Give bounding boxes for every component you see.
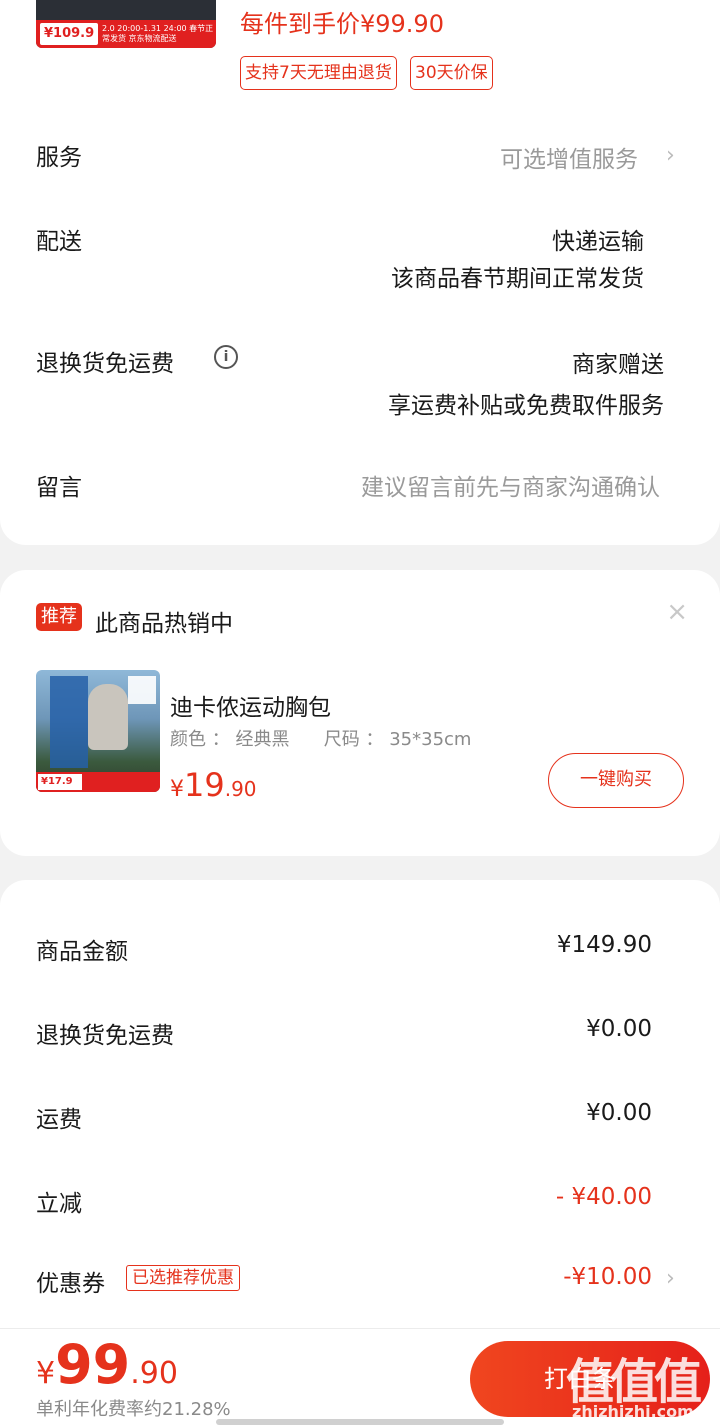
product-thumbnail[interactable]: ¥109.9 2.0 20:00-1.31 24:00 春节正常发货 京东物流配… xyxy=(36,0,216,48)
delivery-method: 快递运输 xyxy=(552,229,644,255)
summary-label-discount: 立减 xyxy=(36,1191,82,1217)
thumbnail-price: ¥109.9 xyxy=(40,23,98,45)
summary-value-coupon[interactable]: -¥10.00 xyxy=(563,1264,652,1290)
total-integer: 99 xyxy=(55,1333,131,1396)
chevron-right-icon[interactable]: › xyxy=(666,1266,675,1291)
delivery-label: 配送 xyxy=(36,229,82,255)
coupon-selected-tag[interactable]: 已选推荐优惠 xyxy=(126,1265,240,1291)
image-person-shape xyxy=(88,684,128,750)
image-price-value: 17.9 xyxy=(47,776,73,787)
recommend-title: 此商品热销中 xyxy=(95,611,233,637)
recommended-product-image[interactable]: ¥17.9 xyxy=(36,670,160,792)
recommended-product-price: ¥19.90 xyxy=(170,766,257,804)
price-currency: ¥ xyxy=(170,777,184,802)
summary-value-shipping: ¥0.00 xyxy=(586,1100,652,1126)
close-icon[interactable]: × xyxy=(666,597,688,627)
price-integer: 19 xyxy=(184,766,225,804)
order-details-card: ¥109.9 2.0 20:00-1.31 24:00 春节正常发货 京东物流配… xyxy=(0,0,720,545)
recommendation-card: 推荐 此商品热销中 × ¥17.9 迪卡侬运动胸包 颜色 ： 经典黑 尺码 ： … xyxy=(0,570,720,856)
return-policy-tag: 支持7天无理由退货 xyxy=(240,56,397,90)
recommend-badge: 推荐 xyxy=(36,603,82,631)
total-price: ¥99.90 xyxy=(36,1333,178,1396)
message-input[interactable]: 建议留言前先与商家沟通确认 xyxy=(361,468,660,502)
home-indicator[interactable] xyxy=(216,1419,504,1425)
return-freight-note: 享运费补贴或免费取件服务 xyxy=(388,393,664,419)
recommended-product-name[interactable]: 迪卡侬运动胸包 xyxy=(170,688,331,722)
price-protect-tag: 30天价保 xyxy=(410,56,493,90)
summary-label-shipping: 运费 xyxy=(36,1107,82,1133)
image-price: ¥17.9 xyxy=(38,774,82,790)
total-decimal: .90 xyxy=(130,1356,178,1391)
message-label: 留言 xyxy=(36,475,82,501)
thumbnail-price-value: 109.9 xyxy=(53,26,95,41)
return-freight-value: 商家赠送 xyxy=(572,352,664,378)
price-decimal: .90 xyxy=(224,777,257,801)
total-currency: ¥ xyxy=(36,1356,56,1391)
watermark-url: zhizhizhi.com xyxy=(572,1402,694,1421)
summary-value-discount: - ¥40.00 xyxy=(555,1184,652,1210)
chevron-right-icon[interactable]: › xyxy=(666,143,675,168)
image-side-label xyxy=(128,676,156,704)
info-icon[interactable]: i xyxy=(214,345,238,369)
summary-label-return-freight: 退换货免运费 xyxy=(36,1023,174,1049)
image-cover-shape xyxy=(50,676,88,768)
return-freight-label: 退换货免运费 xyxy=(36,351,174,377)
thumbnail-promo-text: 2.0 20:00-1.31 24:00 春节正常发货 京东物流配送 xyxy=(102,24,214,43)
one-click-buy-button[interactable]: 一键购买 xyxy=(548,753,684,808)
summary-value-goods: ¥149.90 xyxy=(556,932,652,958)
service-label: 服务 xyxy=(36,145,82,171)
summary-label-coupon[interactable]: 优惠券 xyxy=(36,1264,105,1298)
summary-label-goods: 商品金额 xyxy=(36,939,128,965)
price-summary-card: 商品金额 ¥149.90 退换货免运费 ¥0.00 运费 ¥0.00 立减 - … xyxy=(0,880,720,1340)
delivery-note: 该商品春节期间正常发货 xyxy=(391,266,644,292)
service-value[interactable]: 可选增值服务 xyxy=(500,140,638,174)
unit-price: 每件到手价¥99.90 xyxy=(240,10,444,38)
recommended-product-spec: 颜色 ： 经典黑 尺码 ： 35*35cm xyxy=(170,729,472,750)
installment-rate-text: 单利年化费率约21.28% xyxy=(36,1399,231,1420)
summary-value-return-freight: ¥0.00 xyxy=(586,1016,652,1042)
